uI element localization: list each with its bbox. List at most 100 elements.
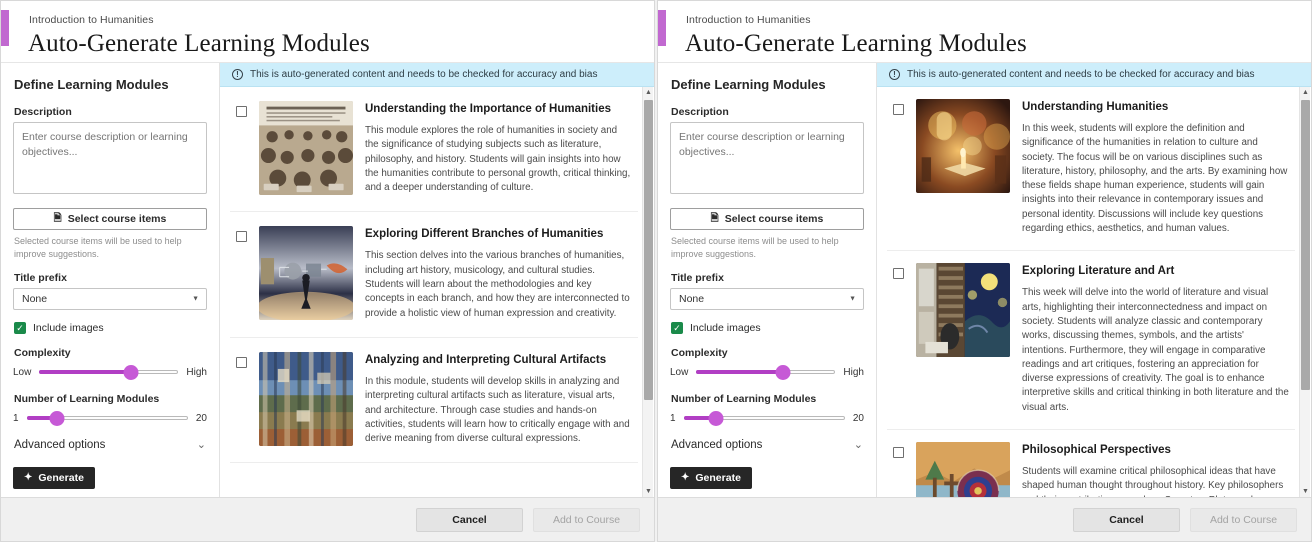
complexity-min-label: Low	[670, 367, 688, 378]
advanced-options-label: Advanced options	[671, 439, 762, 451]
title-prefix-select[interactable]: None ▼	[13, 288, 207, 310]
module-list-item[interactable]: Analyzing and Interpreting Cultural Arti…	[230, 338, 638, 463]
advanced-options-toggle[interactable]: Advanced options ⌄	[14, 439, 206, 451]
module-thumbnail	[259, 101, 353, 195]
breadcrumb: Introduction to Humanities	[29, 13, 654, 27]
modules-slider-thumb[interactable]	[50, 411, 65, 426]
scroll-down-arrow[interactable]: ▼	[643, 486, 654, 497]
modules-min-label: 1	[13, 413, 19, 424]
breadcrumb: Introduction to Humanities	[686, 13, 1311, 27]
description-label: Description	[671, 106, 864, 118]
description-label: Description	[14, 106, 207, 118]
complexity-slider-thumb[interactable]	[124, 365, 139, 380]
include-images-checkbox[interactable]: ✓	[14, 322, 26, 334]
course-items-helper-text: Selected course items will be used to he…	[14, 235, 206, 260]
module-checkbox[interactable]	[893, 447, 904, 458]
module-description: This section delves into the various bra…	[365, 249, 632, 320]
scroll-down-arrow[interactable]: ▼	[1300, 486, 1311, 497]
complexity-max-label: High	[843, 367, 864, 378]
module-text: Exploring Different Branches of Humaniti…	[365, 226, 632, 320]
modules-count-label: Number of Learning Modules	[671, 393, 864, 405]
module-checkbox[interactable]	[236, 357, 247, 368]
advanced-options-toggle[interactable]: Advanced options ⌄	[671, 439, 863, 451]
include-images-row[interactable]: ✓ Include images	[671, 322, 864, 334]
cancel-button[interactable]: Cancel	[416, 508, 523, 532]
modules-slider[interactable]	[27, 411, 188, 425]
module-text: Understanding Humanities In this week, s…	[1022, 99, 1289, 236]
select-course-items-button[interactable]: 🗎 Select course items	[670, 208, 864, 230]
window-right: Introduction to Humanities Auto-Generate…	[657, 0, 1312, 542]
complexity-slider-thumb[interactable]	[775, 365, 790, 380]
module-list-item[interactable]: Exploring Literature and Art This week w…	[887, 251, 1295, 430]
auto-generated-banner: ! This is auto-generated content and nee…	[220, 63, 654, 87]
sparkle-icon: ✦	[24, 473, 32, 483]
banner-text: This is auto-generated content and needs…	[907, 69, 1254, 80]
complexity-label: Complexity	[14, 347, 207, 359]
results-scrollbar[interactable]: ▲ ▼	[1299, 87, 1310, 497]
scrollbar-thumb[interactable]	[644, 100, 653, 400]
add-to-course-button[interactable]: Add to Course	[1190, 508, 1297, 532]
modules-list-right: Understanding Humanities In this week, s…	[877, 87, 1311, 497]
generate-button[interactable]: ✦ Generate	[13, 467, 95, 489]
module-thumbnail	[259, 352, 353, 446]
description-input[interactable]	[670, 122, 864, 194]
modules-max-label: 20	[196, 413, 207, 424]
module-title: Analyzing and Interpreting Cultural Arti…	[365, 353, 632, 368]
title-prefix-label: Title prefix	[671, 272, 864, 284]
modules-max-label: 20	[853, 413, 864, 424]
info-icon: !	[889, 69, 900, 80]
form-section-title: Define Learning Modules	[671, 77, 864, 92]
module-list-item[interactable]: Philosophical Perspectives Students will…	[887, 430, 1295, 497]
chevron-down-icon: ▼	[192, 296, 199, 303]
module-checkbox[interactable]	[236, 231, 247, 242]
modules-min-label: 1	[670, 413, 676, 424]
page-title: Auto-Generate Learning Modules	[28, 28, 654, 60]
window-footer-left: Cancel Add to Course	[1, 497, 654, 541]
generate-button[interactable]: ✦ Generate	[670, 467, 752, 489]
modules-slider[interactable]	[684, 411, 845, 425]
complexity-slider-row: Low High	[13, 365, 207, 379]
include-images-checkbox[interactable]: ✓	[671, 322, 683, 334]
complexity-label: Complexity	[671, 347, 864, 359]
modules-slider-thumb[interactable]	[708, 411, 723, 426]
complexity-slider[interactable]	[696, 365, 835, 379]
cancel-button[interactable]: Cancel	[1073, 508, 1180, 532]
form-section-title: Define Learning Modules	[14, 77, 207, 92]
results-scrollbar[interactable]: ▲ ▼	[642, 87, 653, 497]
description-input[interactable]	[13, 122, 207, 194]
module-checkbox[interactable]	[893, 268, 904, 279]
add-to-course-button[interactable]: Add to Course	[533, 508, 640, 532]
select-course-items-button[interactable]: 🗎 Select course items	[13, 208, 207, 230]
chevron-down-icon: ⌄	[854, 440, 863, 451]
include-images-row[interactable]: ✓ Include images	[14, 322, 207, 334]
info-icon: !	[232, 69, 243, 80]
complexity-slider[interactable]	[39, 365, 178, 379]
document-icon: 🗎	[711, 214, 719, 224]
document-icon: 🗎	[54, 214, 62, 224]
define-modules-form: Define Learning Modules Description 🗎 Se…	[658, 63, 877, 497]
scroll-up-arrow[interactable]: ▲	[643, 87, 654, 98]
scroll-up-arrow[interactable]: ▲	[1300, 87, 1311, 98]
module-list-item[interactable]: Understanding Humanities In this week, s…	[887, 87, 1295, 251]
module-thumbnail	[259, 226, 353, 320]
scrollbar-thumb[interactable]	[1301, 100, 1310, 390]
module-thumbnail	[916, 442, 1010, 497]
title-prefix-value: None	[679, 293, 704, 305]
generate-label: Generate	[38, 472, 84, 484]
module-thumbnail	[916, 99, 1010, 193]
window-body-left: Define Learning Modules Description 🗎 Se…	[1, 63, 654, 497]
select-course-items-label: Select course items	[68, 213, 167, 225]
generate-label: Generate	[695, 472, 741, 484]
module-title: Understanding Humanities	[1022, 100, 1289, 115]
modules-count-label: Number of Learning Modules	[14, 393, 207, 405]
include-images-label: Include images	[33, 322, 104, 334]
module-checkbox[interactable]	[893, 104, 904, 115]
module-list-item[interactable]: Exploring Different Branches of Humaniti…	[230, 212, 638, 337]
title-prefix-select[interactable]: None ▼	[670, 288, 864, 310]
module-text: Analyzing and Interpreting Cultural Arti…	[365, 352, 632, 446]
module-list-item[interactable]: Understanding the Importance of Humaniti…	[230, 87, 638, 212]
auto-generated-banner: ! This is auto-generated content and nee…	[877, 63, 1311, 87]
window-footer-right: Cancel Add to Course	[658, 497, 1311, 541]
module-checkbox[interactable]	[236, 106, 247, 117]
module-description: In this week, students will explore the …	[1022, 122, 1289, 236]
